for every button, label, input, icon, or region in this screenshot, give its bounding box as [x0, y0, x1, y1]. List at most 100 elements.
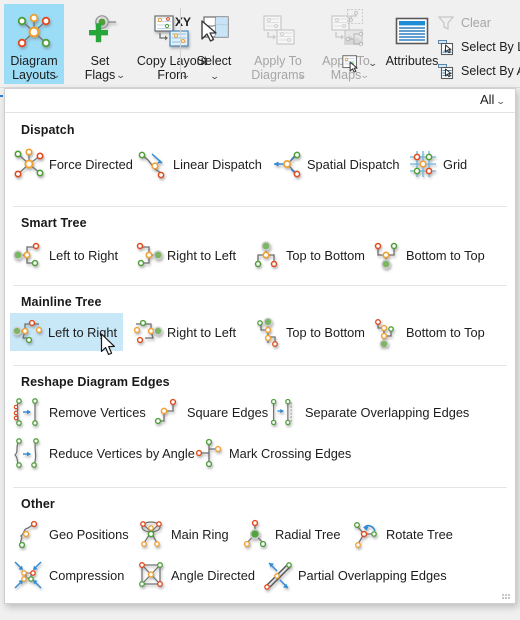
gallery-item-smart-tree-left-to-right[interactable]: Left to Right: [11, 236, 118, 274]
grid-icon: [405, 147, 441, 181]
mainline-tree-top-to-bottom-icon: [248, 315, 284, 349]
section-title: Smart Tree: [21, 216, 87, 230]
attributes-icon: [392, 10, 432, 54]
gallery-section-reshape-diagram-edges: Reshape Diagram Edges Remove Vertices Sq…: [5, 367, 515, 489]
gallery-item-geo-positions[interactable]: Geo Positions: [11, 515, 129, 553]
ribbon-command-select-by-attributes[interactable]: Select By At: [436, 62, 520, 80]
angle-directed-icon: [133, 558, 169, 592]
gallery-item-smart-tree-top-to-bottom[interactable]: Top to Bottom: [248, 236, 365, 274]
force-directed-icon: [11, 147, 47, 181]
mainline-tree-left-to-right-icon: [10, 315, 46, 349]
gallery-item-mainline-tree-bottom-to-top[interactable]: Bottom to Top: [368, 313, 485, 351]
rotate-tree-icon: [348, 517, 384, 551]
gallery-item-compression[interactable]: Compression: [11, 556, 124, 594]
chevron-down-icon[interactable]: ⌄: [496, 96, 506, 105]
mainline-tree-bottom-to-top-icon: [368, 315, 404, 349]
smart-tree-bottom-to-top-icon: [368, 238, 404, 272]
chevron-down-icon[interactable]: ⌄: [297, 71, 307, 80]
section-divider: [13, 206, 507, 207]
section-title: Dispatch: [21, 123, 75, 137]
gallery-item-spatial-dispatch[interactable]: Spatial Dispatch: [269, 145, 399, 183]
gallery-item-angle-directed[interactable]: Angle Directed: [133, 556, 255, 594]
ribbon-button-attributes[interactable]: Attributes: [382, 4, 442, 84]
gallery-item-force-directed[interactable]: Force Directed: [11, 145, 133, 183]
gallery-item-smart-tree-right-to-left[interactable]: Right to Left: [129, 236, 236, 274]
gallery-item-rotate-tree[interactable]: Rotate Tree: [348, 515, 453, 553]
section-divider: [13, 285, 507, 286]
ribbon-mini-trace-selection[interactable]: [345, 29, 369, 49]
gallery-item-label: Reduce Vertices by Angle: [49, 445, 195, 461]
linear-dispatch-icon: [135, 147, 171, 181]
gallery-item-mainline-tree-top-to-bottom[interactable]: Top to Bottom: [248, 313, 365, 351]
smart-tree-left-to-right-icon: [11, 238, 47, 272]
radial-tree-icon: [237, 517, 273, 551]
gallery-item-label: Right to Left: [167, 324, 237, 340]
ribbon-button-apply-to-diagrams[interactable]: Apply To Diagrams ⌄: [243, 4, 313, 84]
gallery-item-label: Angle Directed: [171, 567, 255, 583]
remove-vertices-icon: [11, 395, 47, 429]
ribbon-mini-extend-selection[interactable]: [345, 6, 369, 26]
ribbon-command-clear[interactable]: Clear: [436, 14, 491, 32]
mark-crossing-edges-icon: [191, 436, 227, 470]
gallery-item-label: Left to Right: [48, 324, 118, 340]
gallery-item-grid[interactable]: Grid: [405, 145, 467, 183]
selection-tools-icon: [341, 54, 361, 73]
section-title: Mainline Tree: [21, 295, 102, 309]
extend-selection-icon: [345, 7, 365, 25]
app-root: Diagram Layouts ⌄ Set Flags ⌄ XY Copy La…: [0, 0, 520, 620]
gallery-item-linear-dispatch[interactable]: Linear Dispatch: [135, 145, 262, 183]
select-by-attributes-icon: [436, 62, 456, 80]
ribbon-button-select[interactable]: Select ⌄: [188, 4, 240, 84]
gallery-item-smart-tree-bottom-to-top[interactable]: Bottom to Top: [368, 236, 485, 274]
gallery-item-label: Top to Bottom: [286, 247, 365, 263]
ribbon-mini-selection-tools[interactable]: ⌄: [341, 52, 381, 74]
gallery-item-label: Left to Right: [49, 247, 119, 263]
diagram-layouts-gallery: All ⌄ Dispatch Force Directed Linear Dis…: [4, 88, 516, 604]
select-by-location-icon: [436, 38, 456, 56]
gallery-body: Dispatch Force Directed Linear Dispatch …: [5, 113, 515, 602]
main-ring-icon: [133, 517, 169, 551]
resize-grip[interactable]: [502, 591, 510, 599]
gallery-section-dispatch: Dispatch Force Directed Linear Dispatch …: [5, 113, 515, 208]
ribbon-separator: [180, 8, 181, 78]
ribbon-button-label: Set Flags: [84, 54, 116, 82]
compression-icon: [11, 558, 47, 592]
gallery-item-mainline-tree-left-to-right[interactable]: Left to Right: [10, 313, 123, 351]
ribbon-button-set-flags[interactable]: Set Flags ⌄: [72, 4, 128, 84]
gallery-item-mainline-tree-right-to-left[interactable]: Right to Left: [129, 313, 236, 351]
gallery-item-reduce-vertices-by-angle[interactable]: Reduce Vertices by Angle: [11, 434, 195, 472]
gallery-item-square-edges[interactable]: Square Edges: [149, 393, 268, 431]
gallery-item-radial-tree[interactable]: Radial Tree: [237, 515, 340, 553]
gallery-filter-all[interactable]: All ⌄: [480, 92, 506, 107]
gallery-item-label: Square Edges: [187, 404, 269, 420]
gallery-item-remove-vertices[interactable]: Remove Vertices: [11, 393, 146, 431]
gallery-section-mainline-tree: Mainline Tree Left to Right Right to Lef…: [5, 287, 515, 367]
chevron-down-icon[interactable]: ⌄: [51, 71, 61, 80]
smart-tree-right-to-left-icon: [129, 238, 165, 272]
ribbon-button-diagram-layouts[interactable]: Diagram Layouts ⌄: [4, 4, 64, 84]
panel-edge-marker: [0, 95, 3, 97]
diagram-layouts-icon: [14, 10, 54, 54]
gallery-item-label: Bottom to Top: [406, 324, 485, 340]
chevron-down-icon[interactable]: ⌄: [368, 59, 378, 68]
gallery-header: All ⌄: [5, 89, 515, 113]
command-label: Clear: [461, 16, 491, 30]
ribbon-command-select-by-location[interactable]: Select By Lo: [436, 38, 520, 56]
chevron-down-icon[interactable]: ⌄: [116, 71, 126, 80]
clear-selection-icon: [436, 14, 456, 32]
gallery-item-label: Mark Crossing Edges: [229, 445, 352, 461]
section-title: Other: [21, 497, 55, 511]
select-icon: [194, 10, 234, 54]
gallery-section-other: Other Geo Positions Main Ring Radial Tre…: [5, 489, 515, 602]
set-flags-icon: [80, 10, 120, 54]
chevron-down-icon[interactable]: ⌄: [210, 72, 220, 81]
ribbon-toolbar: Diagram Layouts ⌄ Set Flags ⌄ XY Copy La…: [0, 0, 520, 88]
gallery-item-label: Spatial Dispatch: [307, 156, 400, 172]
gallery-item-mark-crossing-edges[interactable]: Mark Crossing Edges: [191, 434, 351, 472]
trace-selection-icon: [345, 30, 365, 48]
gallery-item-main-ring[interactable]: Main Ring: [133, 515, 229, 553]
command-label: Select By At: [461, 64, 520, 78]
reduce-vertices-by-angle-icon: [11, 436, 47, 470]
gallery-item-separate-overlapping-edges[interactable]: Separate Overlapping Edges: [267, 393, 469, 431]
gallery-item-partial-overlapping-edges[interactable]: Partial Overlapping Edges: [260, 556, 447, 594]
